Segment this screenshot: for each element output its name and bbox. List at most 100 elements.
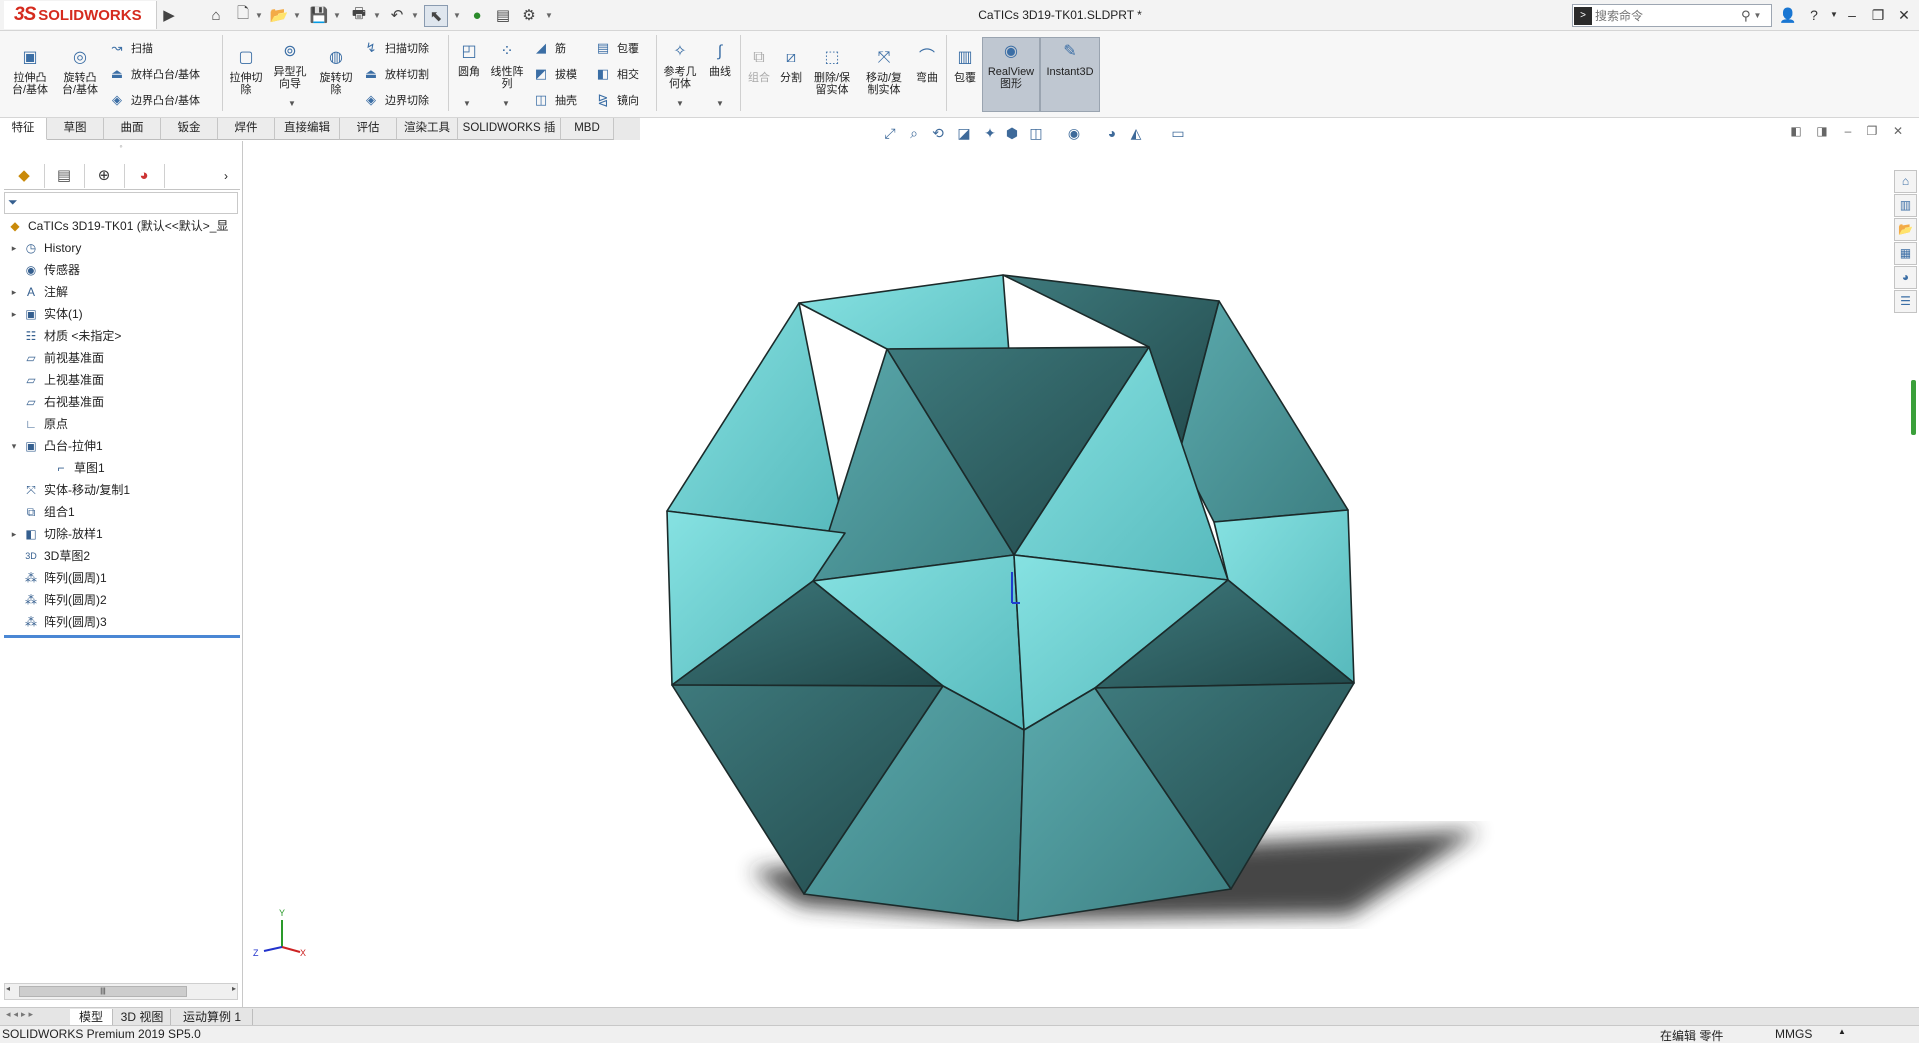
- apply-scene-icon[interactable]: ◭: [1126, 123, 1146, 143]
- tree-item[interactable]: ▸ ▣ 实体(1): [8, 303, 83, 325]
- tree-item[interactable]: ⤧ 实体-移动/复制1: [8, 479, 130, 501]
- previous-view-icon[interactable]: ⟲: [928, 123, 948, 143]
- new-dropdown-icon[interactable]: ▼: [254, 5, 264, 25]
- tree-root[interactable]: ◆ CaTICs 3D19-TK01 (默认<<默认>_显: [4, 215, 228, 237]
- command-search[interactable]: > ⚲ ▼: [1572, 4, 1772, 27]
- tree-item[interactable]: ▸ ◧ 切除-放样1: [8, 523, 103, 545]
- traffic-light-icon[interactable]: ●: [466, 5, 488, 25]
- feature-manager-tab-icon[interactable]: ◆: [4, 164, 45, 188]
- print-dropdown-icon[interactable]: ▼: [372, 5, 382, 25]
- tree-filter-input[interactable]: ⏷: [4, 192, 238, 214]
- revolve-cut-button[interactable]: ◍ 旋转切 除: [316, 47, 356, 97]
- tree-item[interactable]: ▱ 上视基准面: [8, 369, 104, 391]
- curves-dropdown-icon[interactable]: ▼: [716, 99, 724, 108]
- linear-pattern-dropdown-icon[interactable]: ▼: [502, 99, 510, 108]
- viewport-minimize-icon[interactable]: –: [1840, 123, 1856, 139]
- task-pane-view-palette-icon[interactable]: ▦: [1894, 242, 1917, 265]
- search-dropdown-icon[interactable]: ▼: [1754, 11, 1762, 20]
- tree-item[interactable]: ⁂ 阵列(圆周)2: [8, 589, 107, 611]
- flex-button[interactable]: ⌒ 弯曲: [912, 47, 942, 85]
- expand-toggle-icon[interactable]: ▾: [8, 435, 20, 457]
- minimize-icon[interactable]: –: [1840, 4, 1864, 26]
- display-style-icon[interactable]: ◫: [1026, 123, 1046, 143]
- file-properties-icon[interactable]: ▤: [492, 5, 514, 25]
- mirror-button[interactable]: ⧎ 镜向: [594, 91, 639, 109]
- reference-geometry-dropdown-icon[interactable]: ▼: [676, 99, 684, 108]
- bottom-tab-1[interactable]: 3D 视图: [114, 1009, 171, 1025]
- instant3d-button[interactable]: ✎ Instant3D: [1040, 37, 1100, 112]
- tab-2[interactable]: 曲面: [104, 118, 161, 140]
- zoom-to-area-icon[interactable]: ⌕: [904, 123, 924, 143]
- tab-3[interactable]: 钣金: [161, 118, 218, 140]
- reference-geometry-button[interactable]: ✧ 参考几 何体: [660, 41, 700, 91]
- tree-item[interactable]: 3D 3D草图2: [8, 545, 90, 567]
- hide-show-items-icon[interactable]: ◉: [1064, 123, 1084, 143]
- close-icon[interactable]: ✕: [1892, 4, 1916, 26]
- delete-keep-body-button[interactable]: ⬚ 删除/保 留实体: [810, 47, 854, 97]
- property-manager-tab-icon[interactable]: ▤: [44, 164, 85, 188]
- display-manager-tab-icon[interactable]: ◕: [124, 164, 165, 188]
- linear-pattern-button[interactable]: ⁘ 线性阵 列: [488, 41, 526, 91]
- shell-button[interactable]: ◫ 抽壳: [532, 91, 577, 109]
- hole-wizard-dropdown-icon[interactable]: ▼: [288, 99, 296, 108]
- hole-wizard-button[interactable]: ⊚ 异型孔 向导: [270, 41, 310, 91]
- print-icon[interactable]: 🖶: [348, 5, 370, 25]
- view-settings-icon[interactable]: ▭: [1168, 123, 1188, 143]
- boundary-boss-button[interactable]: ◈ 边界凸台/基体: [108, 91, 200, 109]
- extrude-boss-button[interactable]: ▣ 拉伸凸 台/基体: [8, 47, 52, 97]
- realview-button[interactable]: ◉ RealView 图形: [982, 37, 1040, 112]
- draft-button[interactable]: ◩ 拔模: [532, 65, 577, 83]
- task-pane-file-explorer-icon[interactable]: 📂: [1894, 218, 1917, 241]
- model-view[interactable]: Y X Z: [243, 141, 1919, 1007]
- dynamic-annotation-icon[interactable]: ✦: [980, 123, 1000, 143]
- wrap-button[interactable]: ▤ 包覆: [594, 39, 639, 57]
- scroll-thumb[interactable]: |||: [19, 986, 187, 997]
- save-icon[interactable]: 💾: [308, 5, 330, 25]
- panel-grip-icon[interactable]: ◦: [0, 141, 242, 151]
- fillet-button[interactable]: ◰ 圆角: [452, 41, 486, 79]
- tab-navigation-icon[interactable]: ◂◂▸▸: [6, 1009, 36, 1020]
- rollback-bar[interactable]: [4, 635, 240, 638]
- tab-8[interactable]: SOLIDWORKS 插件: [458, 118, 561, 155]
- fillet-dropdown-icon[interactable]: ▼: [463, 99, 471, 108]
- viewport-restore-icon[interactable]: ❐: [1864, 123, 1880, 139]
- tab-6[interactable]: 评估: [340, 118, 397, 140]
- revolve-boss-button[interactable]: ◎ 旋转凸 台/基体: [58, 47, 102, 97]
- search-input[interactable]: [1593, 7, 1737, 24]
- view-orientation-icon[interactable]: ⬢: [1002, 123, 1022, 143]
- tree-item[interactable]: ☷ 材质 <未指定>: [8, 325, 122, 347]
- expand-toggle-icon[interactable]: ▸: [8, 281, 20, 303]
- solidworks-logo[interactable]: 3S SOLIDWORKS: [4, 1, 157, 29]
- tree-horizontal-scrollbar[interactable]: ◂ ||| ▸: [4, 983, 238, 1000]
- tab-5[interactable]: 直接编辑: [275, 118, 340, 140]
- extrude-cut-button[interactable]: ▢ 拉伸切 除: [226, 47, 266, 97]
- task-pane-resize-handle[interactable]: [1911, 380, 1916, 435]
- viewport-close-icon[interactable]: ✕: [1890, 123, 1906, 139]
- scroll-right-icon[interactable]: ▸: [232, 984, 236, 993]
- tabs-expand-icon[interactable]: ›: [216, 164, 236, 188]
- tree-item[interactable]: ▾ ▣ 凸台-拉伸1: [8, 435, 103, 457]
- save-dropdown-icon[interactable]: ▼: [332, 5, 342, 25]
- rib-button[interactable]: ◢ 筋: [532, 39, 566, 57]
- undo-dropdown-icon[interactable]: ▼: [410, 5, 420, 25]
- new-document-icon[interactable]: 🗋: [232, 5, 254, 25]
- sweep-button[interactable]: ↝ 扫描: [108, 39, 153, 57]
- tree-item[interactable]: ∟ 原点: [8, 413, 68, 435]
- move-copy-body-button[interactable]: ⤧ 移动/复 制实体: [862, 47, 906, 97]
- sweep-cut-button[interactable]: ↯ 扫描切除: [362, 39, 429, 57]
- viewport-tile-left-icon[interactable]: ◧: [1788, 123, 1804, 139]
- curves-button[interactable]: ∫ 曲线: [704, 41, 736, 79]
- bottom-tab-0[interactable]: 模型: [70, 1009, 113, 1025]
- menu-expand-icon[interactable]: ▶: [158, 5, 180, 25]
- tree-item[interactable]: ⌐ 草图1: [38, 457, 104, 479]
- bottom-tab-2[interactable]: 运动算例 1: [172, 1009, 253, 1025]
- intersect-button[interactable]: ◧ 相交: [594, 65, 639, 83]
- select-icon[interactable]: ⬉: [424, 5, 448, 27]
- expand-toggle-icon[interactable]: ▸: [8, 523, 20, 545]
- tab-4[interactable]: 焊件: [218, 118, 275, 140]
- tree-item[interactable]: ⁂ 阵列(圆周)1: [8, 567, 107, 589]
- open-icon[interactable]: 📂: [268, 5, 290, 25]
- wrap2-button[interactable]: ▥ 包覆: [950, 47, 980, 85]
- task-pane-design-library-icon[interactable]: ▥: [1894, 194, 1917, 217]
- expand-toggle-icon[interactable]: ▸: [8, 237, 20, 259]
